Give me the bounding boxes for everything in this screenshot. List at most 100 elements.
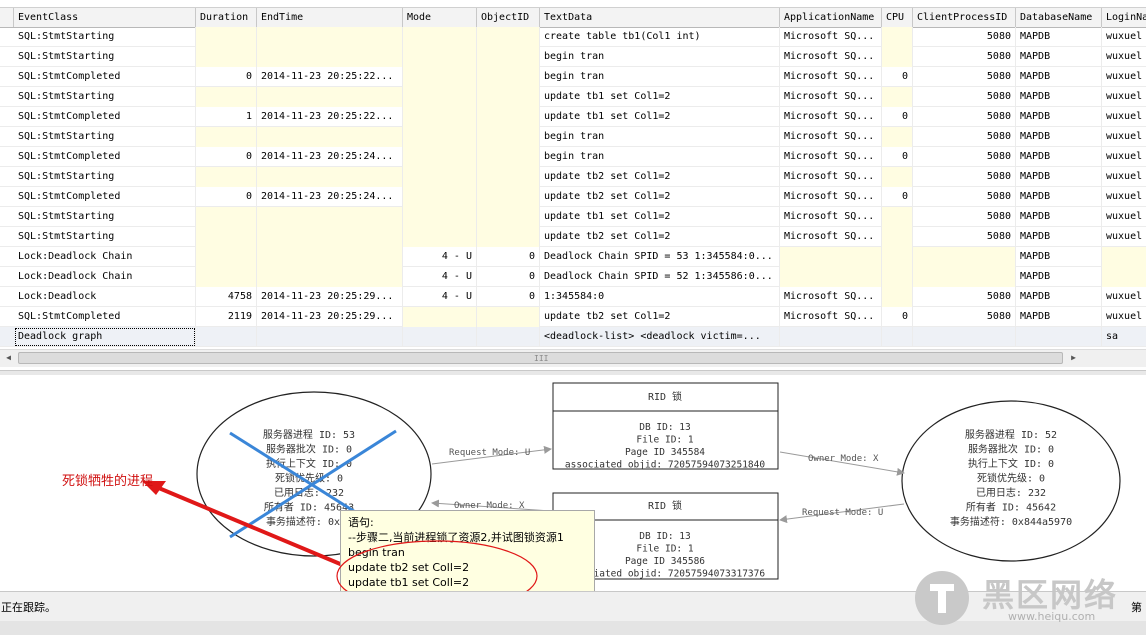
cell-objectid	[477, 87, 540, 107]
horizontal-scrollbar[interactable]: ◀ III ▶	[0, 349, 1146, 367]
column-header-endtime[interactable]: EndTime	[257, 8, 403, 27]
cell-login: wuxuel	[1102, 67, 1146, 87]
cell-endtime	[257, 47, 403, 67]
table-row[interactable]: Lock:Deadlock Chain 4 - U 0 Deadlock Chain …	[0, 267, 1146, 287]
column-header-textdata[interactable]: TextData	[540, 8, 780, 27]
table-row[interactable]: SQL:StmtStarting update tb1 set Col1=2 Mic…	[0, 87, 1146, 107]
column-header-mode[interactable]: Mode	[403, 8, 477, 27]
column-header-databasename[interactable]: DatabaseName	[1016, 8, 1102, 27]
edge-label-request-2: Request Mode: U	[802, 508, 883, 518]
cell-cpid	[913, 247, 1016, 267]
cell-mode: 4 - U	[403, 287, 477, 307]
cell-login: wuxuel	[1102, 307, 1146, 327]
cell-duration	[196, 247, 257, 267]
cell-textdata: update tb1 set Col1=2	[540, 107, 780, 127]
cell-mode	[403, 327, 477, 347]
table-row[interactable]: SQL:StmtCompleted 2119 2014-11-23 20:25:29…	[0, 307, 1146, 327]
cell-textdata: update tb1 set Col1=2	[540, 207, 780, 227]
cell-endtime: 2014-11-23 20:25:29...	[257, 287, 403, 307]
cell-duration	[196, 227, 257, 247]
cell-mode	[403, 107, 477, 127]
cell-textdata: <deadlock-list> <deadlock victim=...	[540, 327, 780, 347]
cell-cpid: 5080	[913, 187, 1016, 207]
cell-cpu	[882, 327, 913, 347]
cell-login: wuxuel	[1102, 167, 1146, 187]
scroll-left-icon[interactable]: ◀	[1, 351, 16, 365]
tooltip-line: 语句:	[348, 516, 374, 529]
table-row[interactable]: SQL:StmtStarting begin tran Microsoft SQ..…	[0, 47, 1146, 67]
cell-db: MAPDB	[1016, 167, 1102, 187]
cell-cpu	[882, 127, 913, 147]
table-row[interactable]: SQL:StmtCompleted 0 2014-11-23 20:25:22...…	[0, 67, 1146, 87]
cell-login	[1102, 247, 1146, 267]
table-row[interactable]: SQL:StmtCompleted 0 2014-11-23 20:25:24...…	[0, 147, 1146, 167]
cell-endtime	[257, 207, 403, 227]
cell-event: SQL:StmtStarting	[14, 27, 196, 47]
trace-grid[interactable]: EventClass Duration EndTime Mode ObjectID Tex…	[0, 0, 1146, 350]
cell-objectid	[477, 227, 540, 247]
cell-login: wuxuel	[1102, 207, 1146, 227]
cell-duration: 0	[196, 67, 257, 87]
cell-app	[780, 247, 882, 267]
table-row[interactable]: Lock:Deadlock Chain 4 - U 0 Deadlock Chain …	[0, 247, 1146, 267]
cell-mode	[403, 47, 477, 67]
table-row[interactable]: SQL:StmtCompleted 0 2014-11-23 20:25:24...…	[0, 187, 1146, 207]
column-header-applicationname[interactable]: ApplicationName	[780, 8, 882, 27]
table-row[interactable]: Deadlock graph <deadlock-list> <deadlock …	[0, 327, 1146, 347]
column-header-loginname[interactable]: LoginName	[1102, 8, 1146, 27]
cell-cpu	[882, 227, 913, 247]
table-row[interactable]: SQL:StmtCompleted 1 2014-11-23 20:25:22...…	[0, 107, 1146, 127]
graph-text-line: 已用日志: 232	[976, 486, 1046, 499]
graph-text-line: 死锁优先级: 0	[977, 472, 1045, 485]
scroll-thumb[interactable]: III	[18, 352, 1063, 364]
table-row[interactable]: SQL:StmtStarting update tb1 set Col1=2 Mic…	[0, 207, 1146, 227]
cell-textdata: update tb2 set Col1=2	[540, 167, 780, 187]
column-header-objectid[interactable]: ObjectID	[477, 8, 540, 27]
graph-text-line: 服务器进程 ID: 53	[263, 428, 355, 441]
cell-duration: 1	[196, 107, 257, 127]
cell-app: Microsoft SQ...	[780, 147, 882, 167]
cell-db: MAPDB	[1016, 107, 1102, 127]
cell-event: SQL:StmtStarting	[14, 127, 196, 147]
cell-objectid	[477, 47, 540, 67]
cell-event: Lock:Deadlock Chain	[14, 247, 196, 267]
watermark-url: www.heiqu.com	[1008, 610, 1096, 623]
cell-objectid	[477, 327, 540, 347]
cell-cpu: 0	[882, 187, 913, 207]
rid-lock-title: RID 锁	[648, 499, 682, 512]
cell-db: MAPDB	[1016, 287, 1102, 307]
cell-endtime: 2014-11-23 20:25:24...	[257, 147, 403, 167]
cell-app	[780, 267, 882, 287]
column-header-duration[interactable]: Duration	[196, 8, 257, 27]
scroll-right-icon[interactable]: ▶	[1066, 351, 1081, 365]
cell-mode	[403, 67, 477, 87]
cell-duration: 0	[196, 147, 257, 167]
cell-db: MAPDB	[1016, 227, 1102, 247]
cell-duration: 2119	[196, 307, 257, 327]
cell-endtime: 2014-11-23 20:25:24...	[257, 187, 403, 207]
cell-objectid: 0	[477, 267, 540, 287]
cell-login: wuxuel	[1102, 27, 1146, 47]
column-header-eventclass[interactable]: EventClass	[14, 8, 196, 27]
table-row[interactable]: SQL:StmtStarting update tb2 set Col1=2 Mic…	[0, 167, 1146, 187]
cell-mode: 4 - U	[403, 267, 477, 287]
cell-app: Microsoft SQ...	[780, 227, 882, 247]
column-header-cpu[interactable]: CPU	[882, 8, 913, 27]
cell-endtime	[257, 247, 403, 267]
cell-app	[780, 327, 882, 347]
edge-label-owner-1: Owner Mode: X	[808, 454, 879, 464]
cell-mode	[403, 187, 477, 207]
cell-duration	[196, 27, 257, 47]
table-row[interactable]: Lock:Deadlock 4758 2014-11-23 20:25:29... 4…	[0, 287, 1146, 307]
cell-app: Microsoft SQ...	[780, 127, 882, 147]
table-row[interactable]: SQL:StmtStarting create table tb1(Col1 in…	[0, 27, 1146, 47]
column-header-clientprocessid[interactable]: ClientProcessID	[913, 8, 1016, 27]
victim-annotation-label: 死锁牺牲的进程	[62, 474, 154, 489]
cell-event: Lock:Deadlock Chain	[14, 267, 196, 287]
cell-duration	[196, 47, 257, 67]
table-row[interactable]: SQL:StmtStarting update tb2 set Col1=2 Mic…	[0, 227, 1146, 247]
cell-cpid	[913, 267, 1016, 287]
cell-cpid: 5080	[913, 67, 1016, 87]
cell-cpu: 0	[882, 107, 913, 127]
table-row[interactable]: SQL:StmtStarting begin tran Microsoft SQ..…	[0, 127, 1146, 147]
